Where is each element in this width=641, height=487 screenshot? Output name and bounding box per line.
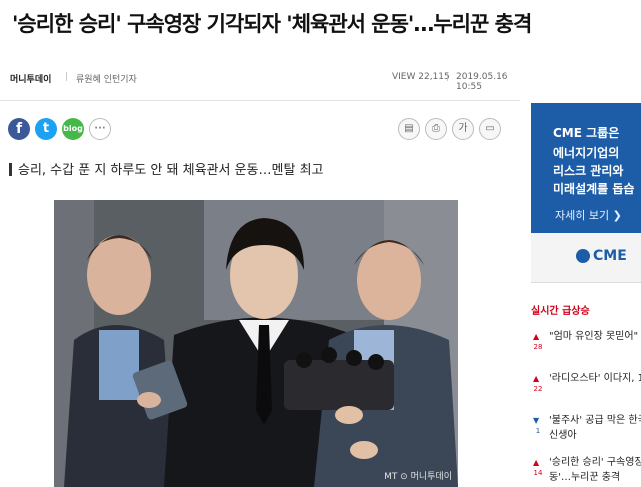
trend-down-icon: ▼ <box>533 416 540 425</box>
subtitle-text: 승리, 수갑 푼 지 하루도 안 돼 체육관서 운동…멘탈 최고 <box>18 163 324 178</box>
comment-icon[interactable]: ▭ <box>479 118 501 140</box>
trending-item-text[interactable]: '불주사' 공급 막은 한국 신생아 <box>549 413 641 443</box>
ad-line-4: 미래설계를 돕습 <box>553 182 635 196</box>
ad-line-2: 에너지기업의 <box>553 146 620 160</box>
trending-item-text[interactable]: '승리한 승리' 구속영장 동'…누리꾼 충격 <box>549 455 641 485</box>
reporter-name[interactable]: 류원혜 인턴기자 <box>76 72 137 85</box>
divider <box>0 100 520 101</box>
font-size-icon[interactable]: 가 <box>452 118 474 140</box>
cme-logo-icon <box>576 249 590 263</box>
trend-change: 1 <box>535 427 541 435</box>
trending-title: 실시간 급상승 <box>531 306 590 317</box>
trend-up-icon: ▲ <box>533 374 540 383</box>
meta-separator: | <box>65 72 69 82</box>
article-meta: 머니투데이 | 류원혜 인턴기자 VIEW 22,115 | 2019.05.1… <box>10 72 520 92</box>
twitter-share-icon[interactable]: t <box>35 118 57 140</box>
blog-share-icon[interactable]: blog <box>62 118 84 140</box>
article-subtitle: 승리, 수갑 푼 지 하루도 안 돼 체육관서 운동…멘탈 최고 <box>9 159 323 178</box>
trend-change: 28 <box>533 343 543 351</box>
source-name[interactable]: 머니투데이 <box>10 72 51 85</box>
sidebar-ad[interactable]: CME 그룹은 에너지기업의 리스크 관리와 미래설계를 돕습 자세히 보기 ❯… <box>531 103 641 283</box>
trending-item-text[interactable]: "엄마 유인장 못믿어" 김 <box>549 329 641 344</box>
trend-up-icon: ▲ <box>533 332 540 341</box>
trending-item-text[interactable]: '라디오스타' 이다지, 10 <box>549 371 641 386</box>
ad-banner[interactable]: CME 그룹은 에너지기업의 리스크 관리와 미래설계를 돕습 자세히 보기 ❯ <box>531 103 641 233</box>
meta-separator-2: | <box>446 72 450 82</box>
trend-up-icon: ▲ <box>533 458 540 467</box>
facebook-share-icon[interactable]: f <box>8 118 30 140</box>
article-photo[interactable]: MT ⊙ 머니투데이 <box>54 200 458 487</box>
list-icon[interactable]: ▤ <box>398 118 420 140</box>
ad-cta-link[interactable]: 자세히 보기 ❯ <box>555 207 622 223</box>
article-headline: '승리한 승리' 구속영장 기각되자 '체육관서 운동'…누리꾼 충격 <box>12 12 532 36</box>
ad-line-3: 리스크 관리와 <box>553 164 624 178</box>
ad-logo-area: CME <box>531 233 641 283</box>
print-icon[interactable]: ⎙ <box>425 118 447 140</box>
more-share-icon[interactable]: ··· <box>89 118 111 140</box>
subtitle-bar <box>9 163 12 176</box>
photo-watermark: MT ⊙ 머니투데이 <box>384 472 452 482</box>
trend-change: 14 <box>533 469 543 477</box>
photo-illustration <box>54 200 458 487</box>
ad-line-1: CME 그룹은 <box>553 126 620 140</box>
view-count: VIEW 22,115 <box>392 72 450 82</box>
ad-logo: CME <box>593 248 627 264</box>
publish-date: 2019.05.16 10:55 <box>456 72 508 92</box>
trend-change: 22 <box>533 385 543 393</box>
